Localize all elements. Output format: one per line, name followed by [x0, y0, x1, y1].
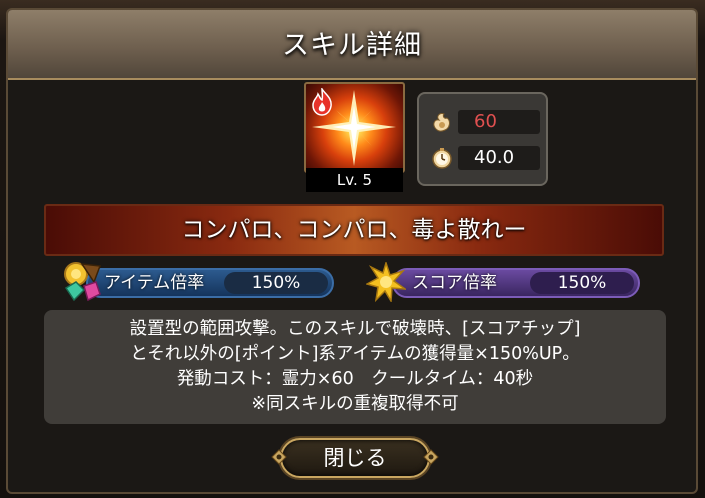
close-button-label[interactable]: 閉じる: [280, 438, 430, 478]
description-line: 設置型の範囲攻撃。このスキルで破壊時、[スコアチップ]: [129, 319, 581, 339]
skill-stats-panel: [417, 92, 548, 186]
cooldown-value: 40.0: [474, 147, 515, 168]
stopwatch-icon: [432, 148, 452, 169]
score-rate-label: スコア倍率: [412, 273, 497, 293]
skill-level: Lv. 5: [306, 168, 403, 192]
skill-name: コンパロ、コンパロ、毒よ散れー: [181, 217, 527, 243]
score-star-icon: [366, 262, 406, 302]
item-rate-value: 150%: [251, 273, 301, 293]
spirit-power-icon: [433, 113, 450, 132]
item-rate-label: アイテム倍率: [104, 273, 205, 293]
description-line: ※同スキルの重複取得不可: [251, 394, 459, 414]
description-line: 発動コスト：霊力×60 クールタイム：40秒: [176, 369, 534, 389]
dialog-title: スキル詳細: [282, 30, 422, 61]
cost-value: 60: [474, 111, 497, 132]
fire-element-icon: [312, 88, 332, 116]
score-rate-value: 150%: [557, 273, 607, 293]
description-line: とそれ以外の[ポイント]系アイテムの獲得量×150%UP。: [130, 344, 580, 364]
items-bundle-icon: [64, 262, 102, 302]
